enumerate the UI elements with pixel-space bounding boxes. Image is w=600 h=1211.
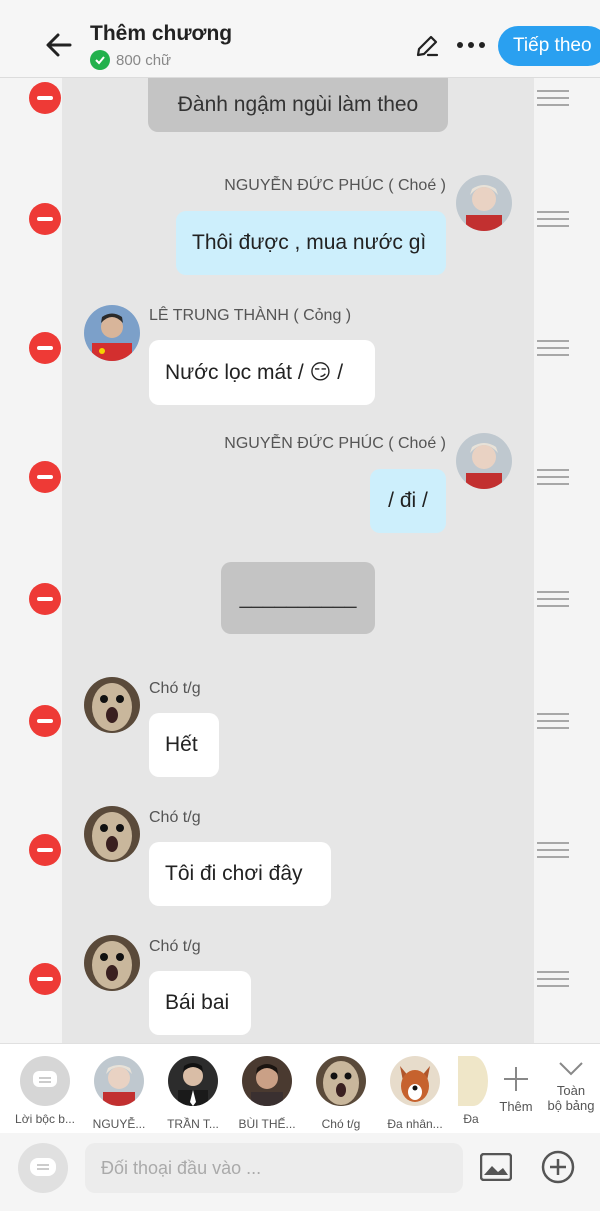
- character-label: Đa nhân...: [387, 1117, 443, 1131]
- character-label: Chó t/g: [321, 1117, 361, 1131]
- edit-pen-icon[interactable]: [414, 33, 440, 59]
- avatar: [94, 1056, 144, 1108]
- delete-message-button[interactable]: [29, 963, 61, 995]
- word-count: 800 chữ: [90, 50, 171, 70]
- avatar[interactable]: [84, 806, 140, 862]
- speaker-name: Chó t/g: [149, 938, 201, 955]
- drag-handle-icon[interactable]: [537, 469, 569, 485]
- delete-message-button[interactable]: [29, 203, 61, 235]
- narration-bubble-icon: [20, 1056, 70, 1106]
- avatar[interactable]: [456, 175, 512, 231]
- speaker-name: LÊ TRUNG THÀNH ( Cỏng ): [149, 307, 352, 324]
- character-label: Đa: [463, 1112, 479, 1126]
- drag-handle-icon[interactable]: [537, 842, 569, 858]
- next-button[interactable]: Tiếp theo: [498, 26, 600, 66]
- check-icon: [90, 50, 110, 70]
- character-item[interactable]: Chó t/g: [306, 1056, 376, 1131]
- drag-handle-icon[interactable]: [537, 340, 569, 356]
- avatar[interactable]: [456, 433, 512, 489]
- more-options-icon[interactable]: [455, 32, 487, 58]
- avatar[interactable]: [84, 677, 140, 733]
- drag-handle-icon[interactable]: [537, 90, 569, 106]
- delete-message-button[interactable]: [29, 461, 61, 493]
- delete-message-button[interactable]: [29, 705, 61, 737]
- message-bubble[interactable]: Bái bai: [149, 971, 251, 1035]
- character-label: Lời bộc b...: [15, 1112, 75, 1126]
- drag-handle-icon[interactable]: [537, 591, 569, 607]
- image-icon[interactable]: [480, 1153, 512, 1181]
- message-bubble[interactable]: / đi /: [370, 469, 446, 533]
- top-bar: Thêm chương 800 chữ Tiếp theo: [0, 0, 600, 78]
- avatar: [168, 1056, 218, 1106]
- drag-handle-icon[interactable]: [537, 971, 569, 987]
- word-count-label: 800 chữ: [116, 51, 172, 69]
- message-bubble[interactable]: Hết: [149, 713, 219, 777]
- speaker-name: Chó t/g: [149, 680, 201, 697]
- dialogue-input[interactable]: Đối thoại đầu vào ...: [85, 1143, 463, 1193]
- delete-message-button[interactable]: [29, 583, 61, 615]
- character-label: TRẦN T...: [167, 1117, 219, 1131]
- speaker-name: NGUYỄN ĐỨC PHÚC ( Choé ): [224, 435, 446, 452]
- chat-bubble-icon: [30, 1158, 56, 1176]
- add-character-button[interactable]: Thêm: [496, 1064, 536, 1114]
- character-item[interactable]: NGUYỄ...: [84, 1056, 154, 1131]
- avatar: [316, 1056, 366, 1106]
- character-item[interactable]: Đa nhân...: [380, 1056, 450, 1131]
- narration-toggle-button[interactable]: [18, 1143, 68, 1193]
- avatar[interactable]: [84, 935, 140, 991]
- delete-message-button[interactable]: [29, 332, 61, 364]
- narration-bubble[interactable]: Đành ngậm ngùi làm theo: [148, 78, 448, 132]
- drag-handle-icon[interactable]: [537, 211, 569, 227]
- message-bubble[interactable]: Tôi đi chơi đây: [149, 842, 331, 906]
- narration-bubble[interactable]: __________: [221, 562, 375, 634]
- avatar: [458, 1056, 488, 1106]
- add-circle-icon[interactable]: [540, 1149, 576, 1185]
- all-board-label-line2: bộ bảng: [547, 1098, 595, 1113]
- speaker-name: Chó t/g: [149, 809, 201, 826]
- character-label: BÙI THẾ...: [238, 1117, 296, 1131]
- delete-message-button[interactable]: [29, 82, 61, 114]
- chevron-down-icon: [559, 1062, 583, 1076]
- delete-message-button[interactable]: [29, 834, 61, 866]
- character-item[interactable]: TRẦN T...: [158, 1056, 228, 1131]
- avatar: [242, 1056, 292, 1108]
- all-board-label-line1: Toàn: [556, 1083, 586, 1098]
- back-arrow-icon[interactable]: [42, 28, 76, 62]
- avatar: [390, 1056, 440, 1106]
- add-character-label: Thêm: [499, 1099, 533, 1114]
- message-bubble[interactable]: Nước lọc mát / 😏 /: [149, 340, 375, 405]
- character-item[interactable]: Đa: [454, 1056, 488, 1126]
- character-label: NGUYỄ...: [92, 1117, 146, 1131]
- avatar[interactable]: [84, 305, 140, 361]
- speaker-name: NGUYỄN ĐỨC PHÚC ( Choé ): [224, 177, 446, 194]
- page-title: Thêm chương: [90, 22, 233, 45]
- message-bubble[interactable]: Thôi được , mua nước gì: [176, 211, 446, 275]
- all-board-button[interactable]: Toàn bộ bảng: [543, 1058, 599, 1113]
- character-item[interactable]: BÙI THẾ...: [232, 1056, 302, 1131]
- character-bar: Lời bộc b... NGUYỄ... TRẦN T... BÙI THẾ.…: [0, 1043, 600, 1133]
- plus-icon: [504, 1067, 528, 1091]
- character-narration[interactable]: Lời bộc b...: [10, 1056, 80, 1126]
- input-bar: Đối thoại đầu vào ...: [0, 1133, 600, 1211]
- drag-handle-icon[interactable]: [537, 713, 569, 729]
